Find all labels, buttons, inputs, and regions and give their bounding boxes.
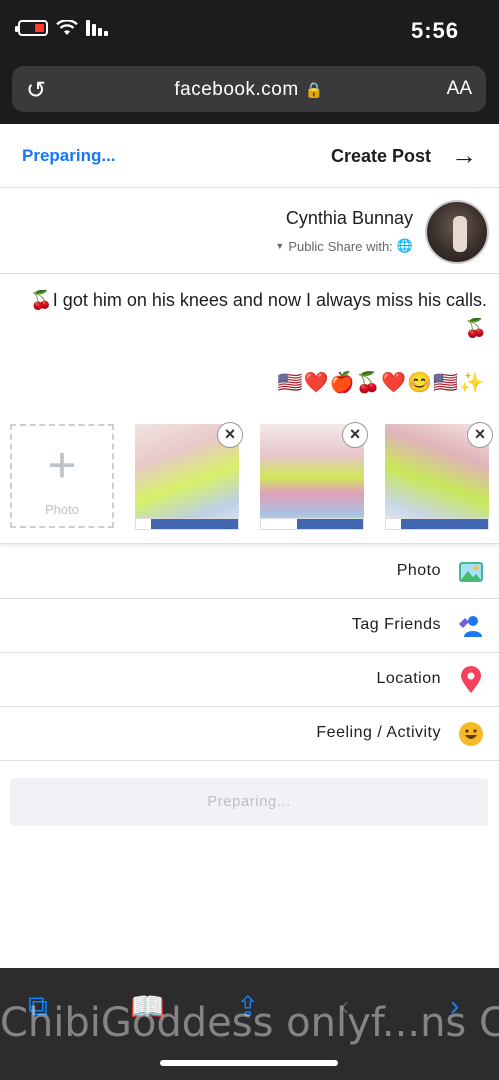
avatar bbox=[425, 200, 489, 264]
author-row: Cynthia Bunnay ▼ Public Share with: 🌐 bbox=[0, 188, 499, 274]
author-name: Cynthia Bunnay bbox=[285, 208, 413, 228]
audience-value: Public bbox=[288, 238, 324, 254]
option-label: Photo bbox=[396, 562, 441, 579]
remove-photo-button[interactable]: × bbox=[342, 422, 368, 448]
lock-icon: 🔒 bbox=[304, 82, 324, 99]
text-size-button[interactable]: AA bbox=[447, 78, 472, 100]
option-label: Feeling / Activity bbox=[316, 724, 441, 741]
option-tag-friends[interactable]: Tag Friends bbox=[0, 599, 499, 653]
option-label: Tag Friends bbox=[351, 616, 441, 633]
option-feeling-activity[interactable]: Feeling / Activity bbox=[0, 707, 499, 761]
share-prefix: Share with: bbox=[327, 238, 393, 254]
remove-photo-button[interactable]: × bbox=[217, 422, 243, 448]
url-text: facebook.com bbox=[174, 79, 299, 100]
post-button[interactable]: Preparing... bbox=[10, 778, 488, 826]
url-display[interactable]: facebook.com 🔒 bbox=[12, 79, 486, 101]
location-pin-icon bbox=[461, 666, 481, 693]
battery-icon bbox=[15, 20, 48, 36]
address-bar[interactable]: ↺ facebook.com 🔒 AA bbox=[12, 66, 486, 112]
watermark-text: ChibiGoddess onlyf...ns ChibiGoddess onl… bbox=[0, 1000, 499, 1046]
add-photo-label: Photo bbox=[45, 502, 79, 517]
tag-friends-icon bbox=[459, 616, 482, 637]
cellular-signal-icon bbox=[86, 20, 108, 36]
globe-icon: 🌐 bbox=[396, 238, 413, 253]
post-emoji-line[interactable]: 🇺🇸❤️🍎🍒❤️😊🇺🇸✨ bbox=[278, 370, 485, 395]
plus-icon: + bbox=[47, 437, 77, 493]
upload-progress-fill bbox=[151, 519, 238, 529]
option-location[interactable]: Location bbox=[0, 653, 499, 707]
audience-selector[interactable]: ▼ Public Share with: 🌐 bbox=[275, 238, 413, 254]
status-bar: 5:56 bbox=[0, 0, 499, 62]
preparing-link[interactable]: Preparing... bbox=[22, 146, 116, 166]
chevron-down-icon: ▼ bbox=[275, 241, 285, 251]
option-photo[interactable]: Photo bbox=[0, 545, 499, 599]
post-text[interactable]: 🍒I got him on his knees and now I always… bbox=[27, 286, 487, 342]
wifi-icon bbox=[56, 20, 78, 35]
upload-progress-fill bbox=[296, 519, 363, 529]
browser-toolbar: ↺ facebook.com 🔒 AA bbox=[0, 62, 499, 124]
upload-progress-fill bbox=[401, 519, 488, 529]
status-icons bbox=[15, 20, 108, 36]
option-label: Location bbox=[376, 670, 441, 687]
page-title: Create Post bbox=[330, 146, 431, 166]
composer-header: Preparing... Create Post → bbox=[0, 124, 499, 188]
photo-icon bbox=[459, 562, 483, 582]
upload-progress-bar bbox=[135, 518, 239, 530]
remove-photo-button[interactable]: × bbox=[467, 422, 493, 448]
smiley-icon bbox=[459, 722, 483, 746]
upload-progress-bar bbox=[385, 518, 489, 530]
photo-strip: + Photo × × × bbox=[0, 410, 499, 544]
home-indicator bbox=[160, 1060, 338, 1066]
add-photo-button[interactable]: + Photo bbox=[10, 424, 114, 528]
upload-progress-bar bbox=[260, 518, 364, 530]
status-time: 5:56 bbox=[410, 18, 459, 43]
back-arrow-icon[interactable]: → bbox=[451, 140, 477, 171]
